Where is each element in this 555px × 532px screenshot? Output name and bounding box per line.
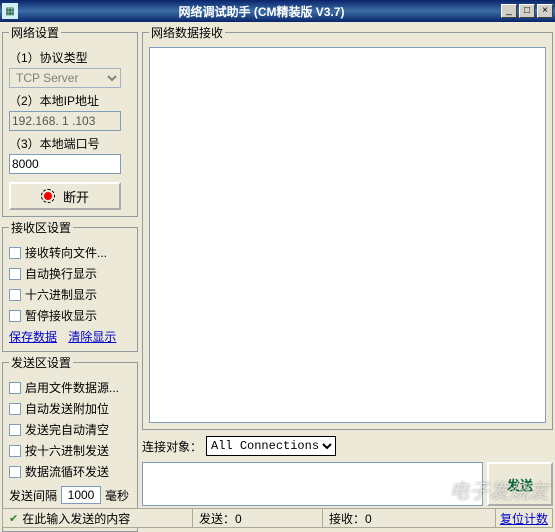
tx-opt-0: 启用文件数据源... xyxy=(25,379,119,396)
send-settings-group: 发送区设置 启用文件数据源... 自动发送附加位 发送完自动清空 按十六进制发送… xyxy=(2,354,138,532)
reset-link[interactable]: 复位计数 xyxy=(496,510,552,527)
close-button[interactable]: × xyxy=(537,4,553,18)
window-title: 网络调试助手 (CM精装版 V3.7) xyxy=(22,3,501,20)
rx-hex-checkbox[interactable] xyxy=(9,289,21,301)
ip-field[interactable] xyxy=(9,111,121,131)
port-label: （3）本地端口号 xyxy=(9,135,131,152)
send-button[interactable]: 发送 xyxy=(487,462,553,506)
titlebar: ▦ 网络调试助手 (CM精装版 V3.7) _ □ × xyxy=(0,0,555,22)
rx-clear-link[interactable]: 清除显示 xyxy=(68,330,116,344)
tx-append-checkbox[interactable] xyxy=(9,403,21,415)
receive-settings-legend: 接收区设置 xyxy=(9,219,73,236)
port-field[interactable] xyxy=(9,154,121,174)
network-settings-legend: 网络设置 xyxy=(9,24,61,41)
disconnect-button[interactable]: 断开 xyxy=(9,182,121,210)
send-textarea[interactable] xyxy=(142,462,483,506)
receive-textarea[interactable] xyxy=(149,47,546,423)
ip-label: （2）本地IP地址 xyxy=(9,92,131,109)
app-icon: ▦ xyxy=(2,3,18,19)
receive-data-legend: 网络数据接收 xyxy=(149,24,225,41)
network-settings-group: 网络设置 （1）协议类型 TCP Server （2）本地IP地址 （3）本地端… xyxy=(2,24,138,217)
connection-row: 连接对象： All Connections xyxy=(142,434,553,458)
rx-opt-0: 接收转向文件... xyxy=(25,244,107,261)
rx-opt-2: 十六进制显示 xyxy=(25,286,97,303)
tx-loop-checkbox[interactable] xyxy=(9,466,21,478)
tx-autoclear-checkbox[interactable] xyxy=(9,424,21,436)
tx-opt-1: 自动发送附加位 xyxy=(25,400,109,417)
interval-field[interactable] xyxy=(61,486,101,504)
status-hint: 在此输入发送的内容 xyxy=(22,510,130,527)
tx-opt-2: 发送完自动清空 xyxy=(25,421,109,438)
status-rx: 接收：0 xyxy=(323,509,496,527)
status-tx: 发送：0 xyxy=(193,509,323,527)
rx-save-link[interactable]: 保存数据 xyxy=(9,330,57,344)
rx-opt-1: 自动换行显示 xyxy=(25,265,97,282)
rx-opt-3: 暂停接收显示 xyxy=(25,307,97,324)
minimize-button[interactable]: _ xyxy=(501,4,517,18)
tx-hex-checkbox[interactable] xyxy=(9,445,21,457)
send-settings-legend: 发送区设置 xyxy=(9,354,73,371)
receive-data-group: 网络数据接收 xyxy=(142,24,553,430)
tx-opt-3: 按十六进制发送 xyxy=(25,442,109,459)
receive-settings-group: 接收区设置 接收转向文件... 自动换行显示 十六进制显示 暂停接收显示 保存数… xyxy=(2,219,138,352)
maximize-button[interactable]: □ xyxy=(519,4,535,18)
tx-opt-4: 数据流循环发送 xyxy=(25,463,109,480)
tx-file-checkbox[interactable] xyxy=(9,382,21,394)
record-icon xyxy=(41,189,55,203)
protocol-select[interactable]: TCP Server xyxy=(9,68,121,88)
statusbar: ✔ 在此输入发送的内容 发送：0 接收：0 复位计数 xyxy=(2,508,553,528)
rx-autowrap-checkbox[interactable] xyxy=(9,268,21,280)
rx-pause-checkbox[interactable] xyxy=(9,310,21,322)
interval-unit: 毫秒 xyxy=(105,487,129,504)
interval-label: 发送间隔 xyxy=(9,487,57,504)
protocol-label: （1）协议类型 xyxy=(9,49,131,66)
rx-to-file-checkbox[interactable] xyxy=(9,247,21,259)
connection-select[interactable]: All Connections xyxy=(206,436,336,456)
ready-icon: ✔ xyxy=(9,512,18,525)
connection-label: 连接对象： xyxy=(142,438,202,455)
disconnect-label: 断开 xyxy=(63,187,89,206)
